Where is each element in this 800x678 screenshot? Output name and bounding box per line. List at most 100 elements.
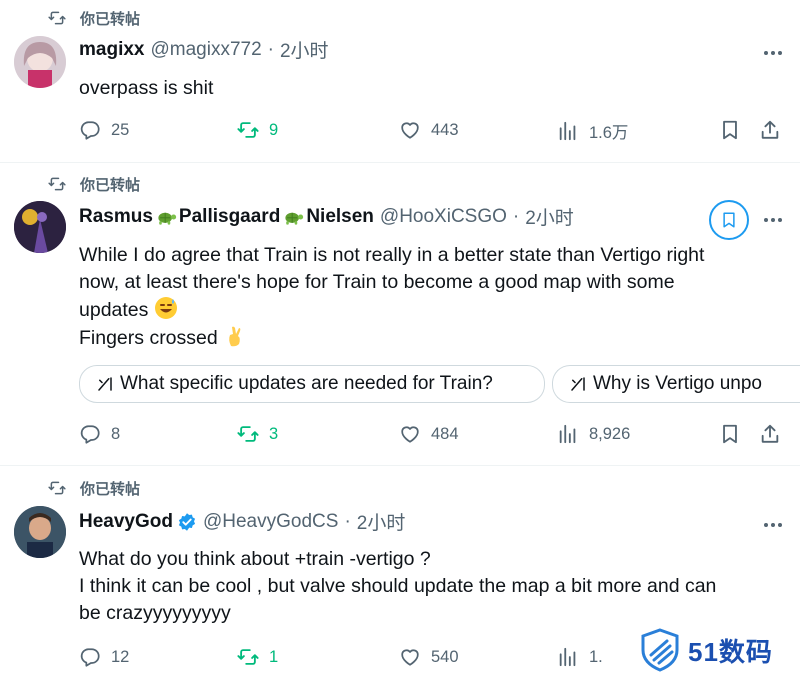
repost-icon xyxy=(48,175,66,193)
avatar[interactable] xyxy=(14,506,66,558)
tweet-line: be crazyyyyyyyyy xyxy=(79,602,231,624)
tweet-line: I think it can be cool , but valve shoul… xyxy=(79,575,717,597)
reply-icon xyxy=(79,646,101,668)
suggestion-text: What specific updates are needed for Tra… xyxy=(120,373,493,394)
grok-suggestion-chip[interactable]: What specific updates are needed for Tra… xyxy=(79,365,545,403)
watermark-logo: 51数码 xyxy=(640,628,773,672)
tweet-line: What do you think about +train -vertigo … xyxy=(79,548,431,570)
tweet-time[interactable]: 2小时 xyxy=(525,203,574,230)
repost-icon xyxy=(237,423,259,445)
separator-dot: · xyxy=(344,510,351,532)
turtle-emoji-icon xyxy=(282,208,304,226)
tweet-line-text: Fingers crossed xyxy=(79,327,218,349)
author-handle[interactable]: @HooXiCSGO xyxy=(380,206,507,228)
tweet-line: now, at least there's hope for Train to … xyxy=(79,271,675,293)
grok-icon xyxy=(96,375,114,393)
tweet-line: While I do agree that Train is not reall… xyxy=(79,244,705,266)
bookmark-icon xyxy=(719,423,741,445)
like-button[interactable]: 443 xyxy=(399,119,459,141)
heart-icon xyxy=(399,646,421,668)
share-icon xyxy=(759,119,781,141)
author-name-part[interactable]: Rasmus xyxy=(79,206,153,228)
author-handle[interactable]: @HeavyGodCS xyxy=(203,511,338,533)
share-button[interactable] xyxy=(759,119,781,146)
tweet-card[interactable]: 你已转帖 Rasmus Pallisgaard Nielsen @HooXiCS… xyxy=(0,163,800,464)
reply-count: 8 xyxy=(111,424,121,443)
separator-dot: · xyxy=(512,205,520,227)
action-bar: 8 3 484 8,926 xyxy=(79,423,780,449)
like-count: 540 xyxy=(431,647,459,666)
retweet-label: 你已转帖 xyxy=(80,10,141,28)
reply-button[interactable]: 25 xyxy=(79,119,129,141)
tweet-time[interactable]: 2小时 xyxy=(280,36,329,63)
like-count: 484 xyxy=(431,424,459,443)
bookmark-button[interactable] xyxy=(719,119,741,146)
share-icon xyxy=(759,423,781,445)
grok-icon xyxy=(569,375,587,393)
retweet-label: 你已转帖 xyxy=(80,480,141,498)
author-name[interactable]: magixx xyxy=(79,39,144,61)
repost-icon xyxy=(48,479,66,497)
retweet-indicator: 你已转帖 xyxy=(48,174,140,194)
retweet-indicator: 你已转帖 xyxy=(48,8,140,28)
analytics-icon xyxy=(557,423,579,445)
like-count: 443 xyxy=(431,120,459,139)
reply-icon xyxy=(79,423,101,445)
more-options-icon[interactable] xyxy=(764,51,782,55)
repost-button[interactable]: 3 xyxy=(237,423,278,445)
avatar[interactable] xyxy=(14,201,66,253)
tweet-time[interactable]: 2小时 xyxy=(357,508,406,535)
action-bar: 25 9 443 1.6万 xyxy=(79,119,780,145)
author-handle[interactable]: @magixx772 xyxy=(150,39,261,61)
heart-icon xyxy=(399,423,421,445)
heart-icon xyxy=(399,119,421,141)
separator-dot: · xyxy=(267,38,274,60)
tweet-line: updates xyxy=(79,296,770,324)
retweet-label: 你已转帖 xyxy=(80,176,141,194)
avatar[interactable] xyxy=(14,36,66,88)
author-name-part[interactable]: Pallisgaard xyxy=(179,206,280,228)
bookmark-icon xyxy=(719,119,741,141)
more-options-icon[interactable] xyxy=(764,218,782,222)
tweet-text: What do you think about +train -vertigo … xyxy=(79,546,770,627)
bookmark-plus-icon xyxy=(720,211,738,229)
repost-count: 1 xyxy=(269,647,279,666)
author-name[interactable]: HeavyGod xyxy=(79,511,173,533)
turtle-emoji-icon xyxy=(155,208,177,226)
repost-icon xyxy=(48,9,66,27)
views-button[interactable]: 1.6万 xyxy=(557,119,628,143)
bookmark-button[interactable] xyxy=(719,423,741,450)
repost-button[interactable]: 9 xyxy=(237,119,278,141)
tweet-text: While I do agree that Train is not reall… xyxy=(79,242,770,352)
reply-count: 25 xyxy=(111,120,130,139)
tweet-line: overpass is shit xyxy=(79,77,214,99)
reply-button[interactable]: 8 xyxy=(79,423,120,445)
repost-button[interactable]: 1 xyxy=(237,646,278,668)
retweet-indicator: 你已转帖 xyxy=(48,478,140,498)
watermark-text: 51数码 xyxy=(688,636,773,667)
repost-icon xyxy=(237,646,259,668)
grok-suggestion-chip[interactable]: Why is Vertigo unpo xyxy=(552,365,800,403)
like-button[interactable]: 540 xyxy=(399,646,459,668)
views-count: 1.6万 xyxy=(589,124,629,142)
like-button[interactable]: 484 xyxy=(399,423,459,445)
verified-badge-icon[interactable] xyxy=(177,512,197,532)
views-button[interactable]: 8,926 xyxy=(557,423,630,445)
views-count: 8,926 xyxy=(589,424,631,443)
reply-button[interactable]: 12 xyxy=(79,646,129,668)
grok-bookmark-button[interactable] xyxy=(709,200,749,240)
views-button[interactable]: 1. xyxy=(557,646,603,668)
repost-count: 3 xyxy=(269,424,279,443)
suggestion-text: Why is Vertigo unpo xyxy=(593,373,762,394)
more-options-icon[interactable] xyxy=(764,523,782,527)
tweet-card[interactable]: 你已转帖 magixx @magixx772 · 2小时 overpass is… xyxy=(0,0,800,162)
crossed-fingers-emoji-icon xyxy=(229,326,241,347)
grinning-sweat-emoji-icon xyxy=(154,297,177,319)
share-button[interactable] xyxy=(759,423,781,450)
author-name-part[interactable]: Nielsen xyxy=(306,206,374,228)
tweet-text: overpass is shit xyxy=(79,75,770,102)
shield-logo-icon xyxy=(641,628,679,672)
repost-icon xyxy=(237,119,259,141)
tweet-line: Fingers crossed xyxy=(79,324,770,352)
reply-count: 12 xyxy=(111,647,130,666)
